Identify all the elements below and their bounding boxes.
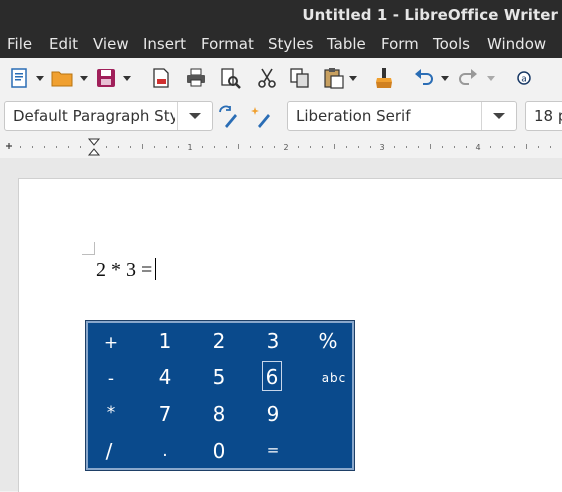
key-3[interactable]: 3 (262, 329, 284, 357)
menu-format[interactable]: Format (201, 35, 254, 53)
paste-icon[interactable] (322, 66, 346, 90)
key-5[interactable]: 5 (208, 365, 230, 393)
text-boundary-corner (82, 242, 95, 255)
key-8[interactable]: 8 (208, 402, 230, 430)
chevron-down-icon[interactable] (177, 102, 212, 130)
paragraph-style-combo[interactable]: Default Paragraph Style (4, 101, 213, 131)
menu-window[interactable]: Window (487, 35, 546, 53)
key-0[interactable]: 0 (208, 439, 230, 467)
ruler-scale: 1 2 3 4 (6, 138, 551, 156)
key-divide[interactable]: / (100, 439, 118, 467)
standard-toolbar: a (0, 58, 562, 98)
redo-icon[interactable] (456, 66, 480, 90)
open-dropdown-arrow[interactable] (80, 76, 88, 81)
svg-text:1: 1 (187, 143, 192, 152)
formatting-toolbar: Default Paragraph Style Liberation Serif… (0, 98, 562, 136)
title-bar: Untitled 1 - LibreOffice Writer (0, 0, 562, 30)
save-dropdown-arrow[interactable] (123, 76, 131, 81)
paragraph-style-value: Default Paragraph Style (13, 107, 175, 125)
key-2[interactable]: 2 (208, 329, 230, 357)
menu-insert[interactable]: Insert (143, 35, 186, 53)
undo-icon[interactable] (412, 66, 436, 90)
menu-tools[interactable]: Tools (433, 35, 470, 53)
menu-edit[interactable]: Edit (49, 35, 78, 53)
menu-bar: File Edit View Insert Format Styles Tabl… (0, 30, 562, 58)
font-size-combo[interactable]: 18 pt (525, 101, 562, 131)
save-icon[interactable] (94, 66, 118, 90)
svg-text:a: a (521, 75, 527, 85)
key-equals[interactable]: = (262, 441, 284, 469)
redo-dropdown-arrow[interactable] (487, 76, 495, 81)
key-minus[interactable]: - (102, 369, 120, 397)
text-cursor (155, 258, 157, 280)
key-percent[interactable]: % (314, 329, 342, 357)
svg-text:4: 4 (475, 143, 480, 152)
key-9[interactable]: 9 (262, 402, 284, 430)
new-dropdown-arrow[interactable] (36, 76, 44, 81)
key-4[interactable]: 4 (154, 365, 176, 393)
horizontal-ruler[interactable]: 1 2 3 4 (0, 136, 562, 158)
svg-text:3: 3 (379, 143, 384, 152)
update-style-icon[interactable] (217, 104, 241, 128)
tab-stop-marker (6, 143, 12, 149)
key-multiply[interactable]: * (102, 403, 120, 431)
svg-text:2: 2 (283, 143, 288, 152)
key-plus[interactable]: + (102, 333, 120, 361)
key-abc[interactable]: abc (314, 371, 354, 391)
font-name-value: Liberation Serif (296, 107, 411, 125)
paste-dropdown-arrow[interactable] (349, 76, 357, 81)
menu-styles[interactable]: Styles (268, 35, 314, 53)
key-7[interactable]: 7 (154, 402, 176, 430)
menu-table[interactable]: Table (327, 35, 366, 53)
print-icon[interactable] (184, 66, 208, 90)
clone-formatting-icon[interactable] (372, 66, 396, 90)
key-decimal[interactable]: . (156, 441, 174, 469)
cut-icon[interactable] (255, 66, 279, 90)
document-text[interactable]: 2 * 3 = (96, 258, 157, 282)
print-preview-icon[interactable] (218, 66, 242, 90)
font-size-value: 18 pt (534, 107, 562, 125)
font-name-combo[interactable]: Liberation Serif (287, 101, 517, 131)
window-title: Untitled 1 - LibreOffice Writer (302, 6, 558, 24)
copy-icon[interactable] (288, 66, 312, 90)
new-document-icon[interactable] (8, 66, 32, 90)
chevron-down-icon[interactable] (481, 102, 516, 130)
export-pdf-icon[interactable] (149, 66, 173, 90)
new-style-icon[interactable] (250, 104, 274, 128)
document-text-content: 2 * 3 = (96, 259, 153, 281)
spelling-icon[interactable]: a (513, 66, 537, 90)
open-folder-icon[interactable] (50, 66, 74, 90)
menu-file[interactable]: File (7, 35, 32, 53)
menu-view[interactable]: View (93, 35, 129, 53)
numeric-keypad-overlay[interactable]: + 1 2 3 % - 4 5 6 abc * 7 8 9 / . 0 = (85, 320, 355, 471)
key-1[interactable]: 1 (154, 329, 176, 357)
indent-marker[interactable] (87, 138, 101, 156)
undo-dropdown-arrow[interactable] (441, 76, 449, 81)
menu-form[interactable]: Form (381, 35, 419, 53)
key-6[interactable]: 6 (262, 361, 282, 391)
